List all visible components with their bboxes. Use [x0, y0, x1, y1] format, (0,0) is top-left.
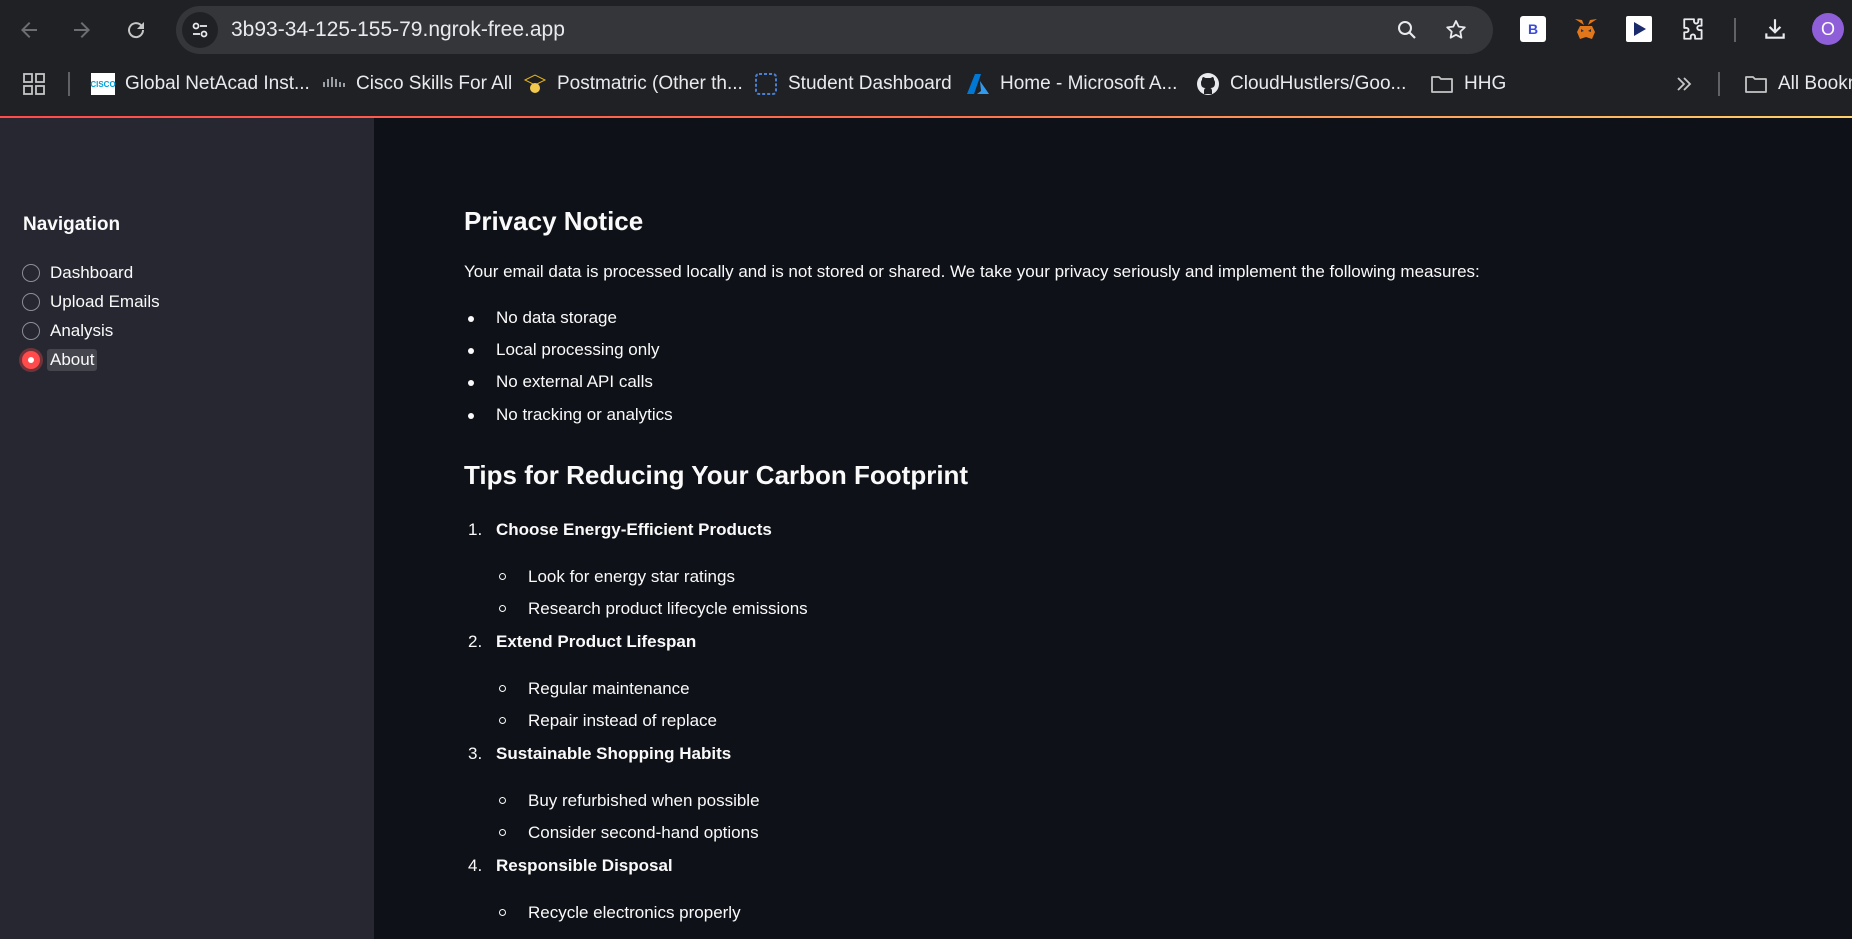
- sub-bullet-marker: [499, 909, 506, 916]
- tip-point: Look for energy star ratings: [528, 567, 735, 586]
- nav-radio-analysis[interactable]: Analysis: [22, 318, 113, 344]
- nav-label: Dashboard: [50, 263, 134, 282]
- zoom-icon[interactable]: [1395, 18, 1419, 42]
- tip-title: Responsible Disposal: [496, 856, 673, 875]
- bookmarks-divider: [68, 72, 70, 96]
- tip-point: Consider second-hand options: [528, 823, 759, 842]
- all-bookmarks-label: All Bookm: [1778, 73, 1852, 94]
- privacy-measure-item: Local processing only: [496, 340, 660, 359]
- bookmark-label: HHG: [1464, 73, 1507, 94]
- privacy-measure-item: No tracking or analytics: [496, 405, 673, 424]
- tip-title: Sustainable Shopping Habits: [496, 744, 732, 763]
- profile-avatar[interactable]: O: [1812, 13, 1844, 45]
- back-arrow-icon: [21, 22, 37, 38]
- folder-icon: [1430, 72, 1454, 96]
- sub-bullet-marker: [499, 605, 506, 612]
- nav-radio-dashboard[interactable]: Dashboard: [22, 260, 133, 286]
- bookmarks-divider: [1718, 72, 1720, 96]
- sub-bullet-marker: [499, 717, 506, 724]
- bookmark-item[interactable]: Postmatric (Other th...: [523, 62, 743, 106]
- bullet-marker: [468, 413, 474, 419]
- radio-button[interactable]: [22, 293, 40, 311]
- bullet-marker: [468, 380, 474, 386]
- tip-point: Repair instead of replace: [528, 711, 718, 730]
- bookmark-label: Home - Microsoft A...: [1000, 73, 1178, 94]
- radio-button[interactable]: [22, 322, 40, 340]
- privacy-heading: Privacy Notice: [464, 206, 644, 236]
- tip-point: Regular maintenance: [528, 679, 690, 698]
- sidebar-title: Navigation: [23, 214, 121, 235]
- radio-button-selected[interactable]: [22, 351, 40, 369]
- bookmark-star-icon[interactable]: [1444, 18, 1468, 42]
- radio-button[interactable]: [22, 264, 40, 282]
- bookmark-label: Student Dashboard: [788, 73, 952, 94]
- bookmark-item[interactable]: Home - Microsoft A...: [966, 62, 1177, 106]
- tune-icon: [192, 22, 208, 38]
- extension-play-icon[interactable]: [1624, 14, 1654, 44]
- extension-b-icon[interactable]: B: [1518, 14, 1548, 44]
- extensions-puzzle-icon[interactable]: [1679, 14, 1709, 44]
- metamask-fox-icon[interactable]: [1571, 14, 1601, 44]
- tip-title: Extend Product Lifespan: [496, 632, 697, 651]
- bookmark-item[interactable]: CISCO Global NetAcad Inst...: [90, 62, 310, 106]
- bullet-marker: [468, 316, 474, 322]
- dashboard-icon: [754, 72, 778, 96]
- site-info-button[interactable]: [182, 12, 218, 48]
- azure-icon: [966, 72, 990, 96]
- bookmarks-bar: CISCO Global NetAcad Inst... Cisco Skill…: [0, 62, 1852, 106]
- list-number: 2.: [468, 632, 483, 651]
- nav-label: Upload Emails: [50, 292, 160, 311]
- privacy-intro: Your email data is processed locally and…: [464, 262, 1480, 281]
- more-bookmarks-chevron-icon[interactable]: [1674, 62, 1694, 106]
- bookmark-label: Cisco Skills For All: [356, 73, 513, 94]
- folder-icon: [1744, 72, 1768, 96]
- nav-label: About: [47, 349, 98, 371]
- url-text[interactable]: 3b93-34-125-155-79.ngrok-free.app: [231, 6, 565, 54]
- cisco-icon: CISCO: [90, 72, 116, 96]
- list-number: 1.: [468, 520, 483, 539]
- tip-point: Recycle electronics properly: [528, 903, 741, 922]
- bookmark-label: CloudHustlers/Goo...: [1230, 73, 1407, 94]
- privacy-measure-item: No external API calls: [496, 372, 653, 391]
- sub-bullet-marker: [499, 829, 506, 836]
- reload-icon: [128, 22, 145, 39]
- tip-point: Buy refurbished when possible: [528, 791, 760, 810]
- list-number: 3.: [468, 744, 483, 763]
- sidebar: Navigation Dashboard Upload Emails Analy…: [0, 118, 374, 939]
- bookmark-item[interactable]: Student Dashboard: [754, 62, 952, 106]
- bookmark-label: Global NetAcad Inst...: [125, 73, 310, 94]
- all-bookmarks-button[interactable]: All Bookm: [1744, 62, 1852, 106]
- nav-radio-upload-emails[interactable]: Upload Emails: [22, 289, 160, 315]
- browser-toolbar: 3b93-34-125-155-79.ngrok-free.app B O: [0, 0, 1852, 60]
- forward-button[interactable]: [63, 11, 101, 49]
- graduate-icon: [523, 72, 547, 96]
- main-content: Privacy Notice Your email data is proces…: [374, 118, 1852, 939]
- bookmark-label: Postmatric (Other th...: [557, 73, 743, 94]
- github-icon: [1196, 72, 1220, 96]
- forward-arrow-icon: [74, 22, 90, 38]
- sub-bullet-marker: [499, 685, 506, 692]
- bookmark-item[interactable]: CloudHustlers/Goo...: [1196, 62, 1406, 106]
- bookmark-item[interactable]: Cisco Skills For All: [322, 62, 512, 106]
- nav-radio-about[interactable]: About: [22, 347, 98, 373]
- nav-label: Analysis: [50, 321, 114, 340]
- toolbar-divider: [1734, 18, 1736, 42]
- sub-bullet-marker: [499, 797, 506, 804]
- list-number: 4.: [468, 856, 483, 875]
- tip-title: Choose Energy-Efficient Products: [496, 520, 772, 539]
- back-button[interactable]: [10, 11, 48, 49]
- apps-grid-icon[interactable]: [22, 62, 46, 106]
- bullet-marker: [468, 348, 474, 354]
- bookmark-item[interactable]: HHG: [1430, 62, 1506, 106]
- sub-bullet-marker: [499, 573, 506, 580]
- address-bar[interactable]: 3b93-34-125-155-79.ngrok-free.app: [176, 6, 1493, 54]
- cisco-icon: [322, 72, 346, 96]
- privacy-measure-item: No data storage: [496, 308, 617, 327]
- downloads-icon[interactable]: [1760, 14, 1790, 44]
- reload-button[interactable]: [117, 11, 155, 49]
- browser-chrome: 3b93-34-125-155-79.ngrok-free.app B O CI…: [0, 0, 1852, 118]
- tip-point: Research product lifecycle emissions: [528, 599, 808, 618]
- tips-heading: Tips for Reducing Your Carbon Footprint: [464, 460, 969, 490]
